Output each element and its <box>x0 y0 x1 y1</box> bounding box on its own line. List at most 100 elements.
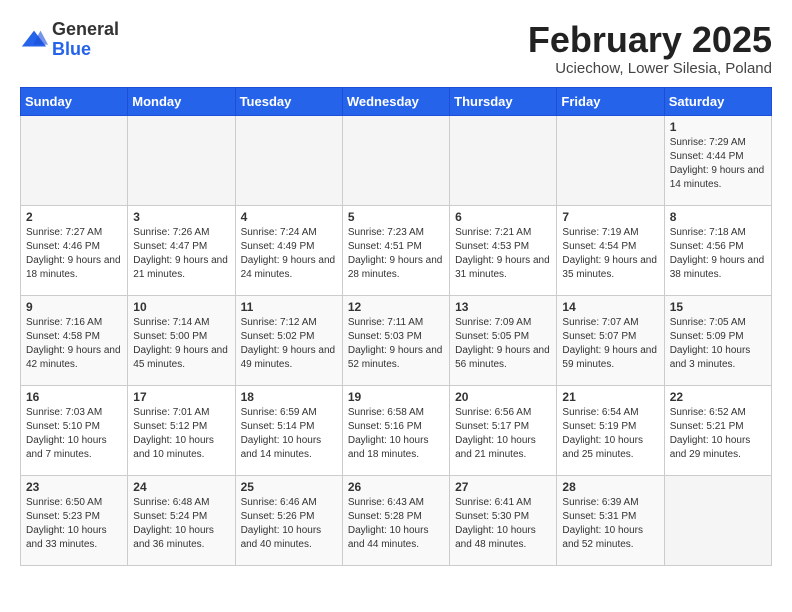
day-number: 23 <box>26 480 122 494</box>
day-number: 5 <box>348 210 444 224</box>
calendar-week-4: 16 Sunrise: 7:03 AM Sunset: 5:10 PM Dayli… <box>21 385 772 475</box>
day-number: 10 <box>133 300 229 314</box>
day-info: Sunrise: 6:41 AM Sunset: 5:30 PM Dayligh… <box>455 496 551 552</box>
day-number: 2 <box>26 210 122 224</box>
calendar-week-1: 1Sunrise: 7:29 AM Sunset: 4:44 PM Daylig… <box>21 115 772 205</box>
calendar-table: SundayMondayTuesdayWednesdayThursdayFrid… <box>20 87 772 566</box>
day-info: Sunrise: 7:27 AM Sunset: 4:46 PM Dayligh… <box>26 226 122 282</box>
day-number: 13 <box>455 300 551 314</box>
calendar-cell: 5 Sunrise: 7:23 AM Sunset: 4:51 PM Daylig… <box>342 205 449 295</box>
day-info: Sunrise: 7:19 AM Sunset: 4:54 PM Dayligh… <box>562 226 658 282</box>
day-number: 27 <box>455 480 551 494</box>
calendar-cell: 14 Sunrise: 7:07 AM Sunset: 5:07 PM Dayli… <box>557 295 664 385</box>
day-info: Sunrise: 7:09 AM Sunset: 5:05 PM Dayligh… <box>455 316 551 372</box>
day-number: 24 <box>133 480 229 494</box>
logo-blue-text: Blue <box>52 40 119 60</box>
calendar-cell <box>557 115 664 205</box>
month-year-title: February 2025 <box>528 20 772 60</box>
day-number: 7 <box>562 210 658 224</box>
calendar-cell: 16 Sunrise: 7:03 AM Sunset: 5:10 PM Dayli… <box>21 385 128 475</box>
calendar-cell: 15Sunrise: 7:05 AM Sunset: 5:09 PM Dayli… <box>664 295 771 385</box>
day-info: Sunrise: 7:07 AM Sunset: 5:07 PM Dayligh… <box>562 316 658 372</box>
calendar-week-3: 9 Sunrise: 7:16 AM Sunset: 4:58 PM Daylig… <box>21 295 772 385</box>
day-info: Sunrise: 6:54 AM Sunset: 5:19 PM Dayligh… <box>562 406 658 462</box>
calendar-cell: 3Sunrise: 7:26 AM Sunset: 4:47 PM Daylig… <box>128 205 235 295</box>
day-number: 17 <box>133 390 229 404</box>
calendar-cell <box>128 115 235 205</box>
calendar-cell: 10 Sunrise: 7:14 AM Sunset: 5:00 PM Dayli… <box>128 295 235 385</box>
calendar-cell: 24 Sunrise: 6:48 AM Sunset: 5:24 PM Dayli… <box>128 475 235 565</box>
day-number: 19 <box>348 390 444 404</box>
day-number: 6 <box>455 210 551 224</box>
calendar-cell: 18 Sunrise: 6:59 AM Sunset: 5:14 PM Dayli… <box>235 385 342 475</box>
day-info: Sunrise: 6:52 AM Sunset: 5:21 PM Dayligh… <box>670 406 766 462</box>
day-header-friday: Friday <box>557 87 664 115</box>
day-number: 3 <box>133 210 229 224</box>
day-number: 18 <box>241 390 337 404</box>
calendar-cell: 13 Sunrise: 7:09 AM Sunset: 5:05 PM Dayli… <box>450 295 557 385</box>
calendar-cell: 22 Sunrise: 6:52 AM Sunset: 5:21 PM Dayli… <box>664 385 771 475</box>
day-info: Sunrise: 6:39 AM Sunset: 5:31 PM Dayligh… <box>562 496 658 552</box>
day-info: Sunrise: 7:14 AM Sunset: 5:00 PM Dayligh… <box>133 316 229 372</box>
calendar-cell: 25 Sunrise: 6:46 AM Sunset: 5:26 PM Dayli… <box>235 475 342 565</box>
logo: General Blue <box>20 20 119 60</box>
day-info: Sunrise: 6:43 AM Sunset: 5:28 PM Dayligh… <box>348 496 444 552</box>
day-header-saturday: Saturday <box>664 87 771 115</box>
day-number: 4 <box>241 210 337 224</box>
calendar-cell: 28 Sunrise: 6:39 AM Sunset: 5:31 PM Dayli… <box>557 475 664 565</box>
calendar-cell: 23 Sunrise: 6:50 AM Sunset: 5:23 PM Dayli… <box>21 475 128 565</box>
calendar-cell: 2 Sunrise: 7:27 AM Sunset: 4:46 PM Daylig… <box>21 205 128 295</box>
calendar-cell: 20 Sunrise: 6:56 AM Sunset: 5:17 PM Dayli… <box>450 385 557 475</box>
day-info: Sunrise: 7:18 AM Sunset: 4:56 PM Dayligh… <box>670 226 766 282</box>
calendar-cell <box>235 115 342 205</box>
day-header-wednesday: Wednesday <box>342 87 449 115</box>
calendar-cell: 6 Sunrise: 7:21 AM Sunset: 4:53 PM Daylig… <box>450 205 557 295</box>
calendar-cell: 1Sunrise: 7:29 AM Sunset: 4:44 PM Daylig… <box>664 115 771 205</box>
day-header-tuesday: Tuesday <box>235 87 342 115</box>
day-info: Sunrise: 6:59 AM Sunset: 5:14 PM Dayligh… <box>241 406 337 462</box>
day-info: Sunrise: 7:01 AM Sunset: 5:12 PM Dayligh… <box>133 406 229 462</box>
day-header-thursday: Thursday <box>450 87 557 115</box>
day-number: 25 <box>241 480 337 494</box>
calendar-cell: 9 Sunrise: 7:16 AM Sunset: 4:58 PM Daylig… <box>21 295 128 385</box>
day-header-sunday: Sunday <box>21 87 128 115</box>
calendar-cell: 11 Sunrise: 7:12 AM Sunset: 5:02 PM Dayli… <box>235 295 342 385</box>
page-header: General Blue February 2025 Uciechow, Low… <box>20 20 772 77</box>
day-info: Sunrise: 7:23 AM Sunset: 4:51 PM Dayligh… <box>348 226 444 282</box>
day-info: Sunrise: 7:03 AM Sunset: 5:10 PM Dayligh… <box>26 406 122 462</box>
calendar-cell: 27 Sunrise: 6:41 AM Sunset: 5:30 PM Dayli… <box>450 475 557 565</box>
calendar-week-5: 23 Sunrise: 6:50 AM Sunset: 5:23 PM Dayli… <box>21 475 772 565</box>
calendar-cell <box>664 475 771 565</box>
logo-general-text: General <box>52 20 119 40</box>
calendar-week-2: 2 Sunrise: 7:27 AM Sunset: 4:46 PM Daylig… <box>21 205 772 295</box>
day-info: Sunrise: 7:05 AM Sunset: 5:09 PM Dayligh… <box>670 316 766 372</box>
calendar-cell: 21 Sunrise: 6:54 AM Sunset: 5:19 PM Dayli… <box>557 385 664 475</box>
calendar-cell <box>342 115 449 205</box>
day-number: 9 <box>26 300 122 314</box>
day-number: 14 <box>562 300 658 314</box>
day-info: Sunrise: 6:48 AM Sunset: 5:24 PM Dayligh… <box>133 496 229 552</box>
day-number: 20 <box>455 390 551 404</box>
calendar-cell: 19Sunrise: 6:58 AM Sunset: 5:16 PM Dayli… <box>342 385 449 475</box>
day-info: Sunrise: 7:12 AM Sunset: 5:02 PM Dayligh… <box>241 316 337 372</box>
day-number: 26 <box>348 480 444 494</box>
calendar-cell <box>450 115 557 205</box>
day-number: 28 <box>562 480 658 494</box>
day-number: 1 <box>670 120 766 134</box>
calendar-cell <box>21 115 128 205</box>
location-subtitle: Uciechow, Lower Silesia, Poland <box>528 60 772 77</box>
day-info: Sunrise: 6:56 AM Sunset: 5:17 PM Dayligh… <box>455 406 551 462</box>
day-info: Sunrise: 6:50 AM Sunset: 5:23 PM Dayligh… <box>26 496 122 552</box>
calendar-cell: 12Sunrise: 7:11 AM Sunset: 5:03 PM Dayli… <box>342 295 449 385</box>
day-info: Sunrise: 6:46 AM Sunset: 5:26 PM Dayligh… <box>241 496 337 552</box>
calendar-cell: 26 Sunrise: 6:43 AM Sunset: 5:28 PM Dayli… <box>342 475 449 565</box>
calendar-header-row: SundayMondayTuesdayWednesdayThursdayFrid… <box>21 87 772 115</box>
day-number: 16 <box>26 390 122 404</box>
title-section: February 2025 Uciechow, Lower Silesia, P… <box>528 20 772 77</box>
day-info: Sunrise: 7:16 AM Sunset: 4:58 PM Dayligh… <box>26 316 122 372</box>
day-number: 11 <box>241 300 337 314</box>
day-number: 21 <box>562 390 658 404</box>
day-number: 22 <box>670 390 766 404</box>
day-number: 12 <box>348 300 444 314</box>
day-info: Sunrise: 7:21 AM Sunset: 4:53 PM Dayligh… <box>455 226 551 282</box>
